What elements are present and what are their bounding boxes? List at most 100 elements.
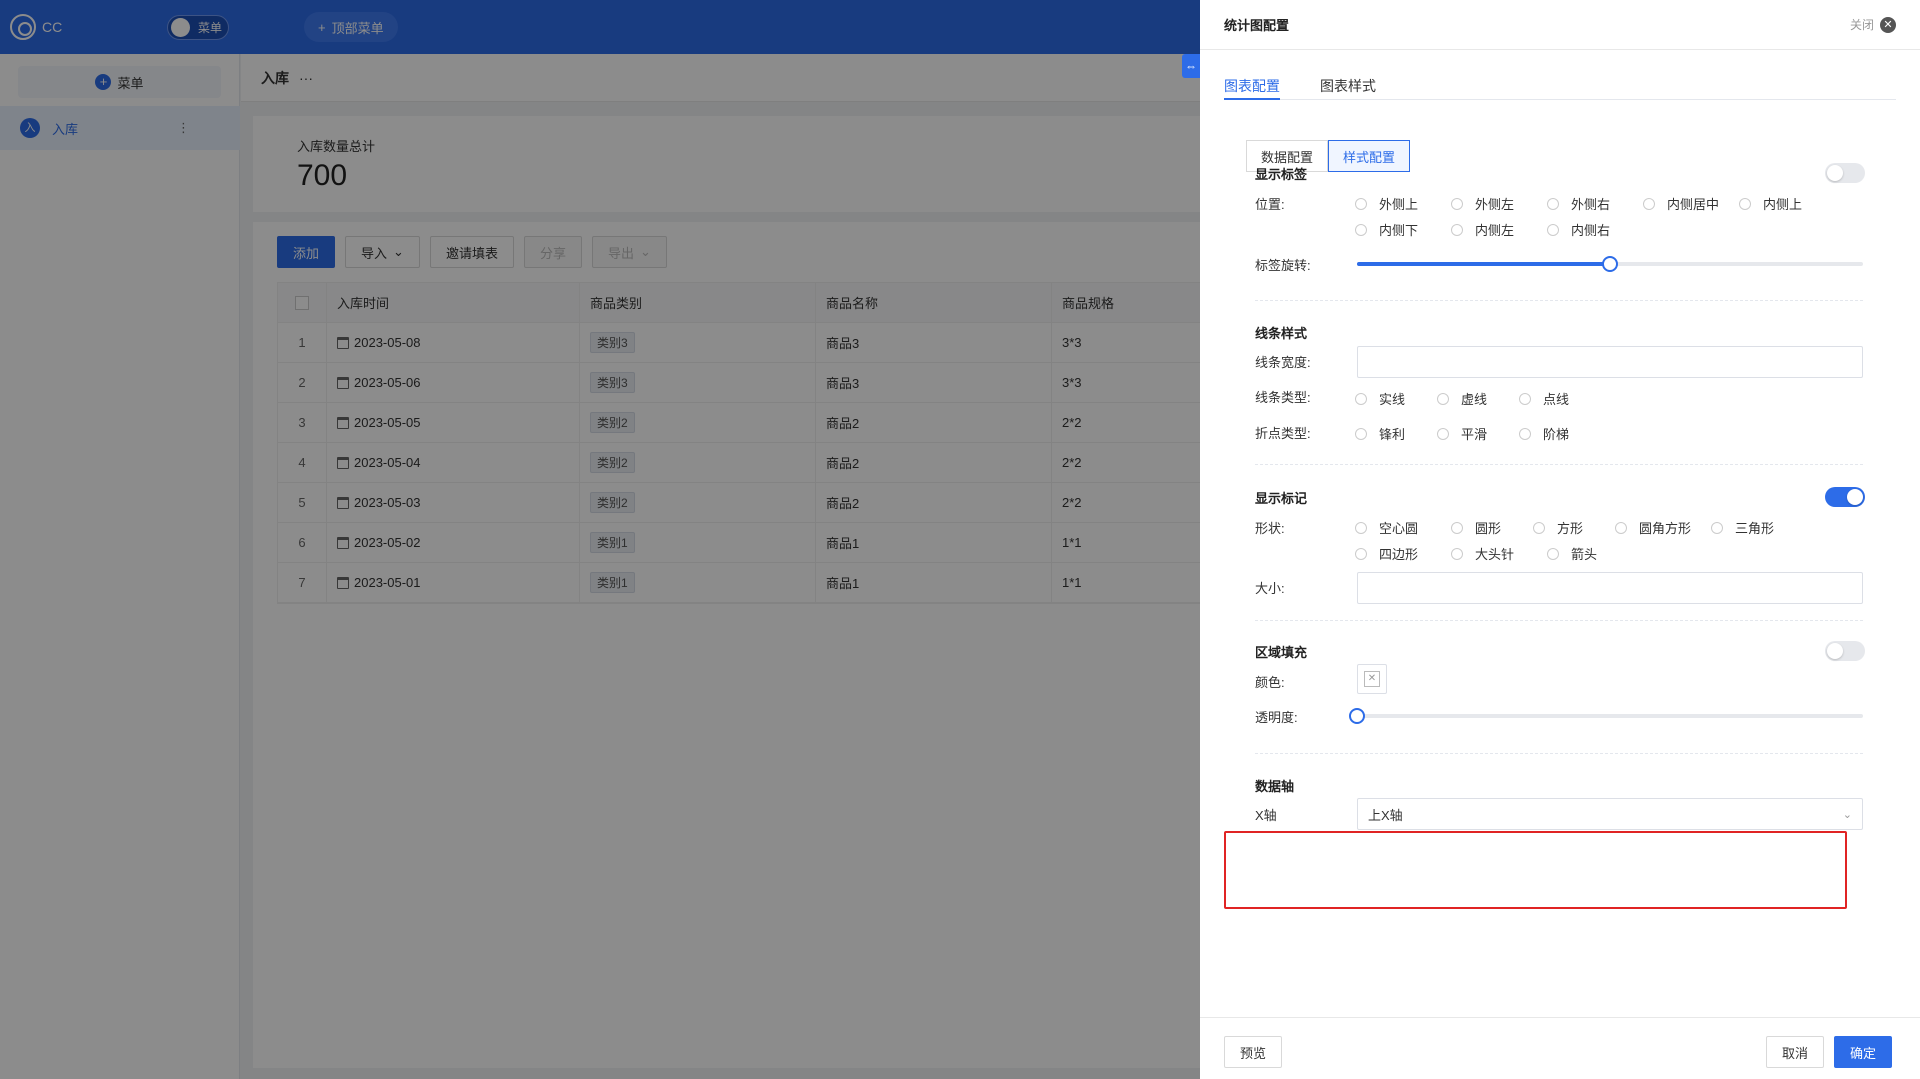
x-axis-value: 上X轴 — [1368, 807, 1403, 823]
radio-dot[interactable] — [1355, 223, 1367, 236]
radio-label: 外侧上 — [1379, 197, 1419, 212]
radio-label: 内侧居中 — [1667, 197, 1720, 212]
tab-chart-style[interactable]: 图表样式 — [1320, 68, 1376, 100]
cancel-button[interactable]: 取消 — [1766, 1036, 1825, 1068]
radio-dot[interactable] — [1355, 521, 1367, 534]
opacity-slider[interactable] — [1349, 708, 1863, 724]
radio-option[interactable]: 虚线 — [1437, 389, 1519, 408]
slider-thumb[interactable] — [1349, 708, 1365, 724]
size-label: 大小: — [1255, 581, 1285, 596]
radio-dot[interactable] — [1547, 223, 1559, 236]
show-label-switch[interactable] — [1825, 163, 1865, 183]
radio-dot[interactable] — [1519, 392, 1531, 405]
radio-dot[interactable] — [1615, 521, 1627, 534]
slider-thumb[interactable] — [1602, 256, 1618, 272]
highlight-box — [1224, 831, 1847, 909]
radio-option[interactable]: 方形 — [1533, 518, 1615, 537]
radio-dot[interactable] — [1437, 392, 1449, 405]
radio-dot[interactable] — [1533, 521, 1545, 534]
section-line-style: 线条样式 — [1255, 326, 1308, 341]
resize-handle-icon[interactable]: ⇔ — [1182, 54, 1200, 78]
radio-option[interactable]: 内侧居中 — [1643, 194, 1739, 213]
point-type-label: 折点类型: — [1255, 426, 1311, 441]
radio-option[interactable]: 大头针 — [1451, 544, 1547, 563]
radio-dot[interactable] — [1355, 197, 1367, 210]
color-picker[interactable]: ✕ — [1357, 664, 1387, 694]
radio-dot[interactable] — [1451, 521, 1463, 534]
preview-button[interactable]: 预览 — [1224, 1036, 1283, 1068]
radio-option[interactable]: 外侧上 — [1355, 194, 1451, 213]
radio-dot[interactable] — [1643, 197, 1655, 210]
radio-option[interactable]: 圆角方形 — [1615, 518, 1711, 537]
modal-mask[interactable] — [0, 0, 1200, 1079]
radio-label: 箭头 — [1571, 547, 1598, 562]
close-icon[interactable]: ✕ — [1880, 16, 1896, 33]
radio-label: 内侧下 — [1379, 223, 1419, 238]
radio-label: 四边形 — [1379, 547, 1419, 562]
close-button[interactable]: 关闭 ✕ — [1850, 16, 1896, 33]
radio-option[interactable]: 锋利 — [1355, 424, 1437, 443]
radio-option[interactable]: 实线 — [1355, 389, 1437, 408]
radio-option[interactable]: 四边形 — [1355, 544, 1451, 563]
section-data-axis: 数据轴 — [1255, 779, 1295, 794]
divider — [1255, 620, 1863, 621]
line-type-label: 线条类型: — [1255, 390, 1311, 405]
radio-dot[interactable] — [1739, 197, 1751, 210]
radio-option[interactable]: 空心圆 — [1355, 518, 1451, 537]
tab-chart-config[interactable]: 图表配置 — [1224, 68, 1280, 100]
radio-label: 虚线 — [1461, 392, 1488, 407]
radio-dot[interactable] — [1355, 427, 1367, 440]
radio-label: 外侧左 — [1475, 197, 1515, 212]
radio-dot[interactable] — [1437, 427, 1449, 440]
rotate-slider[interactable] — [1357, 256, 1863, 272]
radio-dot[interactable] — [1451, 223, 1463, 236]
show-marker-switch[interactable] — [1825, 487, 1865, 507]
radio-label: 实线 — [1379, 392, 1406, 407]
drawer-tabs: 图表配置 图表样式 — [1224, 68, 1896, 100]
section-area-fill: 区域填充 — [1255, 645, 1308, 660]
color-label: 颜色: — [1255, 675, 1285, 690]
segment-style-config[interactable]: 样式配置 — [1328, 140, 1411, 172]
radio-option[interactable]: 三角形 — [1711, 518, 1807, 537]
radio-option[interactable]: 点线 — [1519, 389, 1601, 408]
radio-label: 三角形 — [1735, 521, 1775, 536]
radio-dot[interactable] — [1451, 547, 1463, 560]
confirm-button[interactable]: 确定 — [1834, 1036, 1893, 1068]
radio-option[interactable]: 平滑 — [1437, 424, 1519, 443]
radio-dot[interactable] — [1355, 392, 1367, 405]
radio-dot[interactable] — [1547, 547, 1559, 560]
radio-dot[interactable] — [1355, 547, 1367, 560]
switch-knob — [1827, 643, 1843, 659]
radio-option[interactable]: 外侧左 — [1451, 194, 1547, 213]
switch-knob — [1847, 489, 1863, 505]
area-fill-switch[interactable] — [1825, 641, 1865, 661]
x-axis-select[interactable]: 上X轴 ⌄ — [1357, 798, 1863, 830]
section-show-label: 显示标签 — [1255, 167, 1308, 182]
divider — [1255, 464, 1863, 465]
radio-option[interactable]: 内侧上 — [1739, 194, 1835, 213]
radio-label: 圆角方形 — [1639, 521, 1692, 536]
radio-option[interactable]: 内侧右 — [1547, 220, 1643, 239]
radio-label: 点线 — [1543, 392, 1570, 407]
radio-label: 阶梯 — [1543, 427, 1570, 442]
radio-option[interactable]: 箭头 — [1547, 544, 1643, 563]
radio-option[interactable]: 圆形 — [1451, 518, 1533, 537]
size-input[interactable] — [1357, 572, 1863, 604]
radio-option[interactable]: 内侧下 — [1355, 220, 1451, 239]
radio-label: 空心圆 — [1379, 521, 1419, 536]
chevron-down-icon: ⌄ — [1842, 808, 1852, 821]
radio-dot[interactable] — [1711, 521, 1723, 534]
radio-option[interactable]: 内侧左 — [1451, 220, 1547, 239]
line-width-input[interactable] — [1357, 346, 1863, 378]
drawer-header: 统计图配置 关闭 ✕ — [1200, 0, 1920, 50]
radio-option[interactable]: 外侧右 — [1547, 194, 1643, 213]
radio-dot[interactable] — [1519, 427, 1531, 440]
radio-dot[interactable] — [1547, 197, 1559, 210]
close-label: 关闭 — [1849, 18, 1874, 32]
shape-radios-row2: 四边形 大头针 箭头 — [1355, 544, 1643, 563]
radio-option[interactable]: 阶梯 — [1519, 424, 1601, 443]
radio-label: 方形 — [1557, 521, 1584, 536]
radio-dot[interactable] — [1451, 197, 1463, 210]
divider — [1255, 300, 1863, 301]
switch-knob — [1827, 165, 1843, 181]
